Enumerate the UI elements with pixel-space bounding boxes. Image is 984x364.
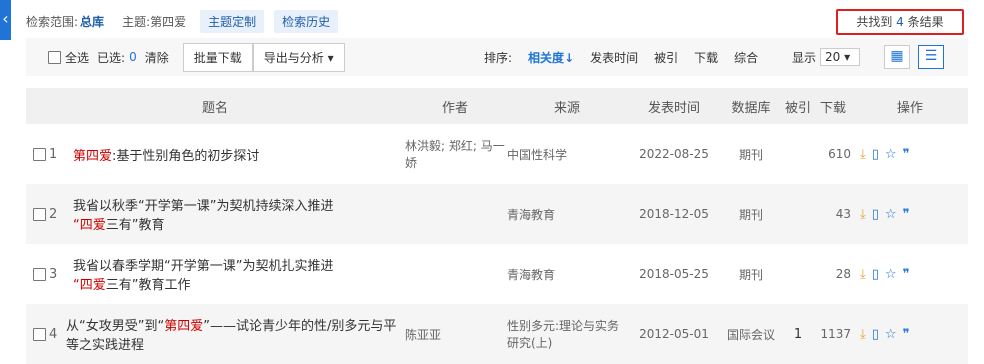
table-row: 2 我省以秋季“开学第一课”为契机持续深入推进 “四爱三有”教育 青海教育 2018… xyxy=(26,184,968,244)
col-source: 来源 xyxy=(506,88,628,124)
row-checkbox[interactable] xyxy=(33,147,46,161)
table-row: 3 我省以春季学期“开学第一课”为契机扎实推进 “四爱三有”教育工作 青海教育 20… xyxy=(26,244,968,304)
select-all-checkbox[interactable] xyxy=(48,50,61,64)
result-toolbar: 全选 已选: 0 清除 批量下载 导出与分析 ▾ 排序: 相关度↓ 发表时间 被引… xyxy=(26,38,968,76)
row-cited xyxy=(782,184,814,244)
book-read-icon[interactable]: ▯ xyxy=(872,327,879,342)
star-icon[interactable]: ☆ xyxy=(885,207,897,222)
col-author: 作者 xyxy=(404,88,506,124)
arrow-down-icon: ↓ xyxy=(564,50,575,65)
table-row: 1 第四爱:基于性别角色的初步探讨 林洪毅; 郑红; 马一娇 中国性科学 2022… xyxy=(26,124,968,184)
sort-relevance[interactable]: 相关度↓ xyxy=(528,49,574,66)
row-author[interactable] xyxy=(404,184,506,244)
batch-download-button[interactable]: 批量下载 xyxy=(182,42,253,72)
download-icon[interactable]: ⤓ xyxy=(860,147,866,162)
row-author[interactable] xyxy=(404,244,506,304)
download-icon[interactable]: ⤓ xyxy=(860,327,866,342)
quote-icon[interactable]: ❞ xyxy=(903,267,910,282)
row-source[interactable]: 性别多元:理论与实务研究(上) xyxy=(506,304,628,364)
row-db: 国际会议 xyxy=(720,304,782,364)
row-downloads: 1137 xyxy=(814,304,852,364)
row-db: 期刊 xyxy=(738,267,763,282)
col-title: 题名 xyxy=(26,88,404,124)
selected-info: 已选: 0 xyxy=(97,50,137,65)
download-icon[interactable]: ⤓ xyxy=(860,207,866,222)
row-checkbox[interactable] xyxy=(33,207,46,221)
row-date: 2018-12-05 xyxy=(628,184,720,244)
row-title[interactable]: 第四爱:基于性别角色的初步探讨 xyxy=(73,145,259,164)
row-date: 2012-05-01 xyxy=(628,304,720,364)
chevron-down-icon: ▾ xyxy=(327,50,334,65)
col-downloads: 下载 xyxy=(814,88,852,124)
search-info-bar: 检索范围: 总库 主题:第四爱 主题定制 检索历史 xyxy=(26,9,968,33)
row-db: 期刊 xyxy=(738,147,763,162)
row-db: 期刊 xyxy=(720,184,782,244)
row-source[interactable]: 青海教育 xyxy=(506,244,628,304)
row-cited xyxy=(782,124,814,184)
row-checkbox[interactable] xyxy=(33,267,46,281)
select-all[interactable]: 全选 xyxy=(48,49,89,66)
quote-icon[interactable]: ❞ xyxy=(903,207,910,222)
search-history-button[interactable]: 检索历史 xyxy=(274,9,339,33)
scope-label: 检索范围: xyxy=(26,14,79,29)
row-source[interactable]: 中国性科学 xyxy=(506,124,628,184)
row-downloads: 28 xyxy=(835,267,851,281)
sort-label: 排序: xyxy=(484,50,513,65)
subject-label: 主题:第四爱 xyxy=(122,14,187,29)
html-read-icon[interactable]: ▯ xyxy=(872,267,879,282)
clear-button[interactable]: 清除 xyxy=(145,49,169,66)
star-icon[interactable]: ☆ xyxy=(885,267,897,282)
page-size-select[interactable]: 20 ▾ xyxy=(820,48,861,66)
row-source[interactable]: 青海教育 xyxy=(506,184,628,244)
html-read-icon[interactable]: ▯ xyxy=(872,147,879,162)
row-author[interactable]: 林洪毅; 郑红; 马一娇 xyxy=(404,124,506,184)
grid-view-icon[interactable]: ▦ xyxy=(884,45,910,69)
custom-subject-button[interactable]: 主题定制 xyxy=(200,9,265,33)
export-button[interactable]: 导出与分析 ▾ xyxy=(252,42,345,72)
row-downloads: 610 xyxy=(828,147,851,161)
row-title[interactable]: 我省以春季学期“开学第一课”为契机扎实推进 “四爱三有”教育工作 xyxy=(73,255,333,293)
scope-value[interactable]: 总库 xyxy=(80,13,104,30)
row-date: 2022-08-25 xyxy=(639,147,709,161)
row-checkbox[interactable] xyxy=(33,327,46,341)
html-read-icon[interactable]: ▯ xyxy=(872,207,879,222)
quote-icon[interactable]: ❞ xyxy=(903,327,910,342)
sort-cited[interactable]: 被引 xyxy=(654,49,678,66)
collapse-icon[interactable]: ‹ xyxy=(0,0,11,40)
sort-date[interactable]: 发表时间 xyxy=(590,49,638,66)
star-icon[interactable]: ☆ xyxy=(885,147,897,162)
quote-icon[interactable]: ❞ xyxy=(903,147,910,162)
result-count: 共找到 4 条结果 xyxy=(836,9,964,35)
row-title[interactable]: 从“女攻男受”到“第四爱”——试论青少年的性/别多元与平等之实践进程 xyxy=(66,315,403,353)
row-cited[interactable]: 1 xyxy=(782,304,814,364)
sort-combined[interactable]: 综合 xyxy=(734,49,758,66)
col-actions: 操作 xyxy=(852,88,968,124)
col-cited: 被引 xyxy=(782,88,814,124)
table-row: 4 从“女攻男受”到“第四爱”——试论青少年的性/别多元与平等之实践进程 陈亚亚 … xyxy=(26,304,968,364)
row-date: 2018-05-25 xyxy=(639,267,709,281)
sort-download[interactable]: 下载 xyxy=(694,49,718,66)
row-downloads: 43 xyxy=(814,184,852,244)
col-db: 数据库 xyxy=(720,88,782,124)
star-icon[interactable]: ☆ xyxy=(885,327,897,342)
download-icon[interactable]: ⤓ xyxy=(860,267,866,282)
page-size: 显示 20 ▾ xyxy=(792,48,861,66)
row-cited xyxy=(782,244,814,304)
row-author[interactable]: 陈亚亚 xyxy=(404,304,506,364)
list-view-icon[interactable]: ☰ xyxy=(918,45,944,69)
row-title[interactable]: 我省以秋季“开学第一课”为契机持续深入推进 “四爱三有”教育 xyxy=(73,195,333,233)
col-date: 发表时间 xyxy=(628,88,720,124)
results-table: 题名 作者 来源 发表时间 数据库 被引 下载 操作 1 第四爱:基于性别角色的初… xyxy=(26,88,968,364)
sort-options: 排序: 相关度↓ 发表时间 被引 下载 综合 xyxy=(484,49,758,66)
